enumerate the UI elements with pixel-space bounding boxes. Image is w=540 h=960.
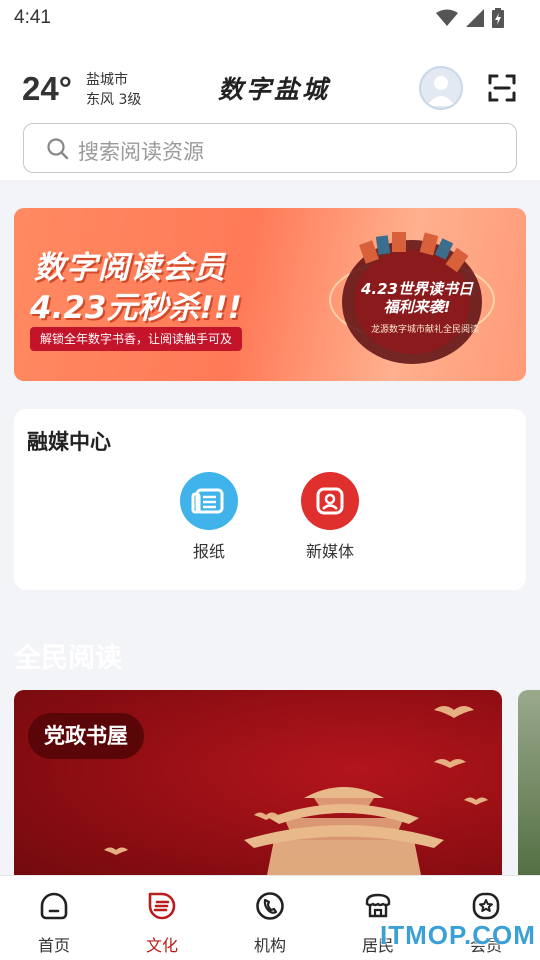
tab-label: 机构 (253, 936, 286, 955)
weather-info[interactable]: 盐城市 东风 3级 (86, 70, 141, 110)
battery-icon (492, 8, 504, 28)
status-time: 4:41 (14, 7, 51, 28)
banner-globe: 4.23世界读书日 福利来袭! 龙源数字城市献礼全民阅读 (322, 222, 502, 372)
weather-city: 盐城市 (86, 72, 128, 88)
user-icon (427, 76, 455, 106)
avatar[interactable] (419, 66, 463, 110)
member-icon (472, 892, 500, 920)
search-placeholder: 搜索阅读资源 (78, 140, 204, 164)
signal-icon (466, 9, 484, 27)
status-bar: 4:41 (0, 0, 540, 36)
feature-badge: 党政书屋 (28, 713, 144, 759)
wifi-icon (436, 9, 458, 26)
new-media-icon (301, 472, 359, 530)
scan-icon[interactable] (486, 72, 518, 104)
media-item-new-media[interactable]: 新媒体 (290, 472, 370, 562)
globe-text: 4.23世界读书日 福利来袭! (360, 280, 473, 316)
feature-card-next[interactable] (518, 690, 540, 890)
weather-wind: 东风 3级 (86, 92, 142, 108)
tab-label: 首页 (37, 936, 70, 955)
feature-card-party-books[interactable]: 党政书屋 (14, 690, 502, 890)
media-center-title: 融媒中心 (27, 430, 111, 454)
resident-icon (365, 893, 391, 918)
weather-temperature[interactable]: 24° (22, 70, 72, 108)
header: 24° 盐城市 东风 3级 数字盐城 搜索阅读资源 (0, 36, 540, 180)
home-icon (40, 892, 68, 920)
tab-institution[interactable]: 机构 (216, 876, 324, 960)
media-item-newspaper[interactable]: 报纸 (169, 472, 249, 562)
search-input[interactable]: 搜索阅读资源 (23, 123, 517, 173)
search-icon (47, 138, 69, 160)
promo-banner[interactable]: 数字阅读会员 4.23元秒杀!!! 解锁全年数字书香，让阅读触手可及 4.23世… (14, 208, 526, 381)
app-logo: 数字盐城 (218, 75, 331, 104)
media-item-label: 报纸 (192, 542, 225, 561)
site-watermark: ITMOP.COM (380, 920, 536, 950)
institution-icon (256, 892, 284, 920)
globe-sub-text: 龙源数字城市献礼全民阅读 (370, 325, 479, 335)
newspaper-icon (180, 472, 238, 530)
banner-sub-headline: 4.23元秒杀!!! (30, 290, 242, 326)
media-center-card: 融媒中心 报纸 新媒体 (14, 409, 526, 590)
banner-headline: 数字阅读会员 (34, 250, 226, 286)
tab-home[interactable]: 首页 (0, 876, 108, 960)
reading-section-title: 全民阅读 (14, 643, 122, 674)
tab-culture[interactable]: 文化 (108, 876, 216, 960)
culture-icon (148, 892, 176, 920)
status-icons (436, 8, 504, 28)
media-item-label: 新媒体 (305, 542, 354, 561)
tab-label: 文化 (145, 936, 178, 955)
banner-tagline: 解锁全年数字书香，让阅读触手可及 (30, 327, 243, 351)
